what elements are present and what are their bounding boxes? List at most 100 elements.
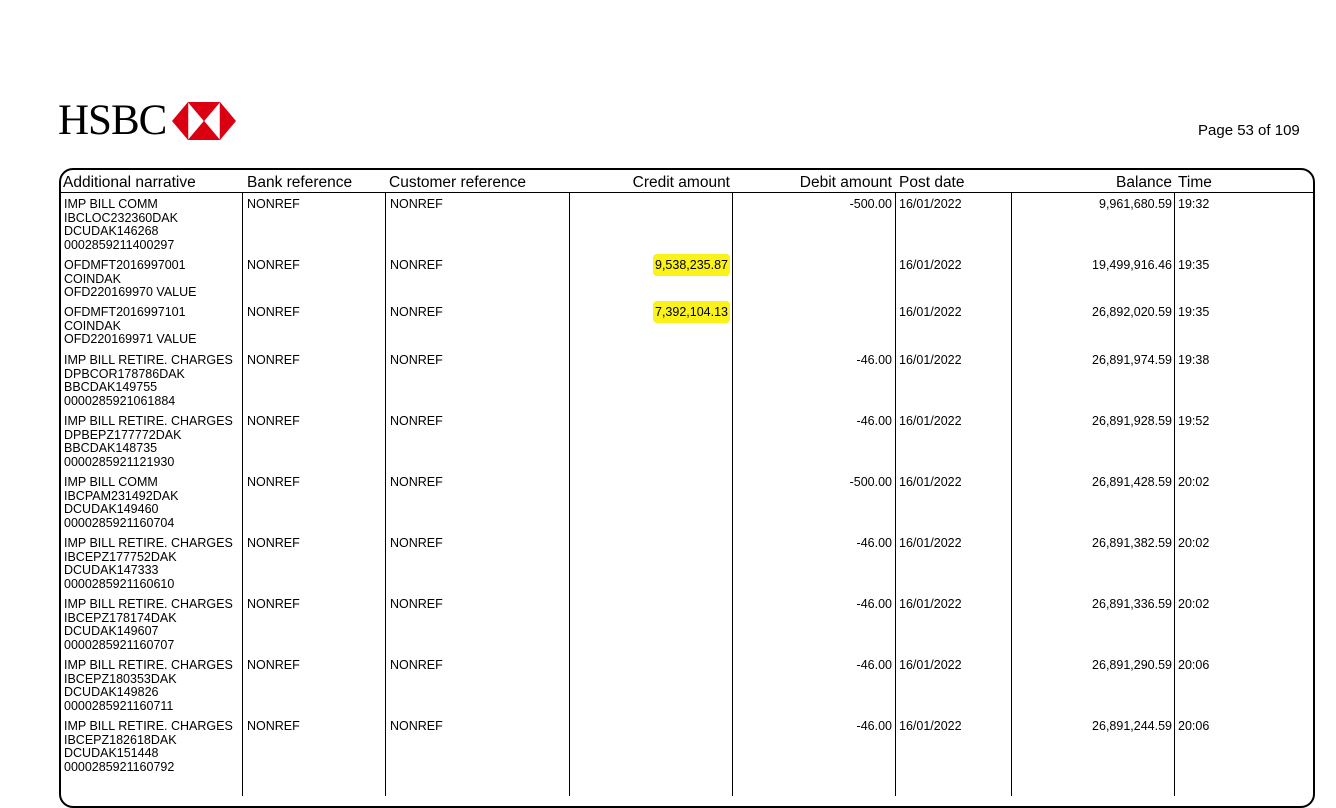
narrative-line: BBCDAK149755 [64,380,158,394]
time-cell: 19:35 [1178,305,1210,319]
header-customer-reference: Customer reference [389,174,526,191]
narrative-cell: IMP BILL RETIRE. CHARGES DPBCOR178786DAK… [64,353,233,408]
narrative-line: IMP BILL COMM [64,197,158,211]
narrative-cell: IMP BILL RETIRE. CHARGES DPBEPZ177772DAK… [64,414,233,469]
debit-amount-cell: -46.00 [856,414,892,428]
customer-reference-cell: NONREF [390,719,443,733]
time-cell: 20:02 [1178,536,1210,550]
bank-reference-cell: NONREF [247,258,300,272]
narrative-line: 0000285921160610 [64,576,175,591]
narrative-line: 0000285921160704 [64,515,175,530]
time-cell: 20:02 [1178,475,1210,489]
debit-amount-cell: -46.00 [856,658,892,672]
narrative-line: OFD220169970 VALUE [64,285,197,299]
post-date-cell: 16/01/2022 [899,536,962,550]
bank-reference-cell: NONREF [247,536,300,550]
narrative-line: 0000285921061884 [64,393,176,408]
narrative-line: DPBEPZ177772DAK [64,427,182,442]
bank-reference-cell: NONREF [247,475,300,489]
column-divider [385,192,386,796]
narrative-line: OFDMFT2016997001 [64,258,186,272]
time-cell: 19:38 [1178,353,1210,367]
narrative-line: DCUDAK147333 [64,563,159,577]
balance-cell: 26,891,428.59 [1092,475,1172,489]
narrative-line: IBCEPZ178174DAK [64,610,177,625]
customer-reference-cell: NONREF [390,197,443,211]
credit-amount-cell: 7,392,104.13 [570,301,730,323]
bank-reference-cell: NONREF [247,414,300,428]
narrative-line: IBCEPZ180353DAK [64,671,177,686]
narrative-line: IBCEPZ177752DAK [64,549,177,564]
post-date-cell: 16/01/2022 [899,305,962,319]
narrative-line: 0002859211400297 [64,237,175,252]
narrative-cell: IMP BILL RETIRE. CHARGES IBCEPZ177752DAK… [64,536,233,591]
post-date-cell: 16/01/2022 [899,597,962,611]
header-additional-narrative: Additional narrative [63,174,196,191]
balance-cell: 26,891,928.59 [1092,414,1172,428]
narrative-line: IMP BILL RETIRE. CHARGES [64,536,233,550]
header-balance: Balance [1115,174,1172,191]
credit-amount-highlighted: 7,392,104.13 [653,301,730,323]
column-divider [1174,192,1175,796]
time-cell: 19:52 [1178,414,1210,428]
time-cell: 19:32 [1178,197,1210,211]
customer-reference-cell: NONREF [390,658,443,672]
customer-reference-cell: NONREF [390,353,443,367]
balance-cell: 9,961,680.59 [1099,197,1172,211]
column-divider [732,192,733,796]
narrative-cell: IMP BILL COMM IBCPAM231492DAK DCUDAK1494… [64,475,178,530]
balance-cell: 26,891,974.59 [1092,353,1172,367]
time-cell: 20:02 [1178,597,1210,611]
post-date-cell: 16/01/2022 [899,414,962,428]
post-date-cell: 16/01/2022 [899,197,962,211]
debit-amount-cell: -46.00 [856,719,892,733]
bank-reference-cell: NONREF [247,658,300,672]
debit-amount-cell: -46.00 [856,597,892,611]
header-bank-reference: Bank reference [247,174,353,191]
narrative-line: DCUDAK149460 [64,502,159,516]
narrative-line: OFD220169971 VALUE [64,332,197,346]
narrative-line: IMP BILL RETIRE. CHARGES [64,658,233,672]
narrative-line: DCUDAK149826 [64,685,159,699]
post-date-cell: 16/01/2022 [899,658,962,672]
narrative-line: IMP BILL COMM [64,475,158,489]
balance-cell: 26,892,020.59 [1092,305,1172,319]
narrative-line: COINDAK [64,318,121,333]
page-number: Page 53 of 109 [1198,122,1300,139]
column-divider [569,192,570,796]
balance-cell: 26,891,290.59 [1092,658,1172,672]
narrative-line: DCUDAK149607 [64,624,159,638]
bank-reference-cell: NONREF [247,597,300,611]
column-divider [242,192,243,796]
header-post-date: Post date [899,174,965,191]
header-debit-amount: Debit amount [799,174,892,191]
narrative-line: IMP BILL RETIRE. CHARGES [64,353,233,367]
credit-amount-cell: 9,538,235.87 [570,254,730,276]
narrative-line: 0000285921160711 [64,698,174,713]
narrative-line: IBCEPZ182618DAK [64,732,177,747]
header-divider [60,192,1314,193]
time-cell: 20:06 [1178,719,1210,733]
bank-reference-cell: NONREF [247,305,300,319]
debit-amount-cell: -46.00 [856,353,892,367]
narrative-line: DPBCOR178786DAK [64,366,185,381]
balance-cell: 26,891,382.59 [1092,536,1172,550]
post-date-cell: 16/01/2022 [899,353,962,367]
narrative-line: DCUDAK151448 [64,746,159,760]
narrative-line: BBCDAK148735 [64,441,158,455]
post-date-cell: 16/01/2022 [899,475,962,489]
credit-amount-highlighted: 9,538,235.87 [653,254,730,276]
customer-reference-cell: NONREF [390,305,443,319]
narrative-line: OFDMFT2016997101 [64,305,186,319]
debit-amount-cell: -46.00 [856,536,892,550]
narrative-cell: OFDMFT2016997101 COINDAK OFD220169971 VA… [64,305,197,347]
narrative-line: IMP BILL RETIRE. CHARGES [64,719,233,733]
narrative-cell: IMP BILL RETIRE. CHARGES IBCEPZ178174DAK… [64,597,233,652]
header-credit-amount: Credit amount [632,174,730,191]
narrative-line: 0000285921160792 [64,759,175,774]
narrative-line: IMP BILL RETIRE. CHARGES [64,414,233,428]
balance-cell: 26,891,244.59 [1092,719,1172,733]
hsbc-hexagon-icon [172,102,237,140]
narrative-line: DCUDAK146268 [64,224,159,238]
hsbc-logo: HSBC [58,99,237,142]
